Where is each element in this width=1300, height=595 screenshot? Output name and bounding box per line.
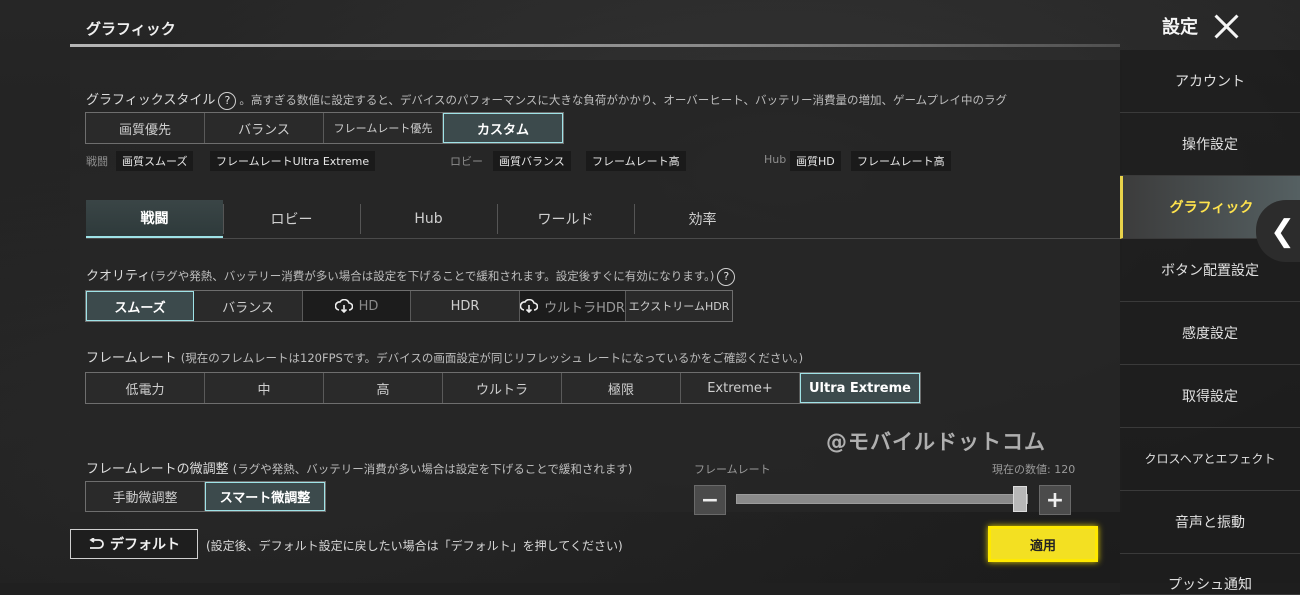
help-icon[interactable]: ? xyxy=(717,267,736,286)
quality-selector: スムーズ バランス HD HDR ウルトラHDR エクストリームHDR xyxy=(85,290,733,322)
page-title: グラフィック xyxy=(86,20,176,38)
style-option-balance[interactable]: バランス xyxy=(205,113,324,143)
slider-label: フレームレート xyxy=(694,463,771,476)
default-note: (設定後、デフォルト設定に戻したい場合は「デフォルト」を押してください) xyxy=(206,539,623,553)
default-button[interactable]: デフォルト xyxy=(70,529,198,559)
graphics-style-selector: 画質優先 バランス フレームレート優先 カスタム xyxy=(85,112,564,144)
quality-option-label: ウルトラHDR xyxy=(544,300,625,316)
title-underline xyxy=(70,44,1120,47)
fine-tune-smart[interactable]: スマート微調整 xyxy=(205,482,325,511)
preset-battle-label: 戦闘 xyxy=(86,155,108,168)
style-option-framerate[interactable]: フレームレート優先 xyxy=(324,113,443,143)
mode-tabs: 戦闘 ロビー Hub ワールド 効率 xyxy=(86,200,1122,239)
quality-option-balance[interactable]: バランス xyxy=(194,291,303,321)
tab-battle[interactable]: 戦闘 xyxy=(86,200,223,238)
sidebar-item-audio[interactable]: 音声と振動 xyxy=(1120,491,1300,554)
quality-option-extreme-hdr[interactable]: エクストリームHDR xyxy=(626,291,732,321)
minus-button[interactable]: − xyxy=(694,485,726,515)
cloud-download-icon xyxy=(334,299,353,313)
undo-icon xyxy=(89,538,104,549)
preset-tag: 画質バランス xyxy=(493,151,571,171)
preset-hub-label: Hub xyxy=(764,153,787,166)
framerate-row: フレームレート (現在のフレムレートは120FPSです。デバイスの画面設定が同じ… xyxy=(86,347,803,366)
fine-tune-row: フレームレートの微調整 (ラグや発熱、バッテリー消費が多い場合は設定を下げること… xyxy=(86,458,632,477)
sidebar-item-pickup[interactable]: 取得設定 xyxy=(1120,365,1300,428)
help-icon[interactable]: ? xyxy=(218,91,237,110)
sidebar-item-notifications[interactable]: プッシュ通知 xyxy=(1120,554,1300,595)
slider-current-value: 現在の数値: 120 xyxy=(992,463,1076,476)
quality-option-hdr[interactable]: HDR xyxy=(411,291,520,321)
fine-tune-hint: (ラグや発熱、バッテリー消費が多い場合は設定を下げることで緩和されます) xyxy=(232,462,633,476)
preset-tag: フレームレートUltra Extreme xyxy=(210,151,376,171)
close-icon[interactable] xyxy=(1212,12,1240,40)
tab-world[interactable]: ワールド xyxy=(497,200,634,238)
quality-hint: (ラグや発熱、バッテリー消費が多い場合は設定を下げることで緩和されます。設定後す… xyxy=(150,269,715,283)
tab-efficiency[interactable]: 効率 xyxy=(634,200,771,238)
sidebar-item-crosshair[interactable]: クロスヘアとエフェクト xyxy=(1120,428,1300,491)
framerate-option-medium[interactable]: 中 xyxy=(205,373,324,403)
header-right: 設定 xyxy=(1162,12,1240,40)
tab-lobby[interactable]: ロビー xyxy=(223,200,360,238)
framerate-option-ultra[interactable]: ウルトラ xyxy=(443,373,562,403)
graphics-style-label: グラフィックスタイル xyxy=(86,93,216,108)
framerate-slider[interactable] xyxy=(736,494,1028,504)
sidebar-item-sensitivity[interactable]: 感度設定 xyxy=(1120,302,1300,365)
quality-option-label: HD xyxy=(358,298,379,314)
graphics-style-hint: 。高すぎる数値に設定すると、デバイスのパフォーマンスに大きな負荷がかかり、オーバ… xyxy=(239,93,1007,107)
settings-sidebar: アカウント 操作設定 グラフィック ボタン配置設定 感度設定 取得設定 クロスヘ… xyxy=(1120,50,1300,595)
quality-label: クオリティ xyxy=(86,269,151,284)
quality-option-hd[interactable]: HD xyxy=(303,291,411,321)
settings-title: 設定 xyxy=(1162,17,1198,38)
framerate-label: フレームレート xyxy=(86,351,177,366)
fine-tune-manual[interactable]: 手動微調整 xyxy=(86,482,205,511)
plus-button[interactable]: + xyxy=(1039,485,1071,515)
graphics-style-row: グラフィックスタイル? 。高すぎる数値に設定すると、デバイスのパフォーマンスに大き… xyxy=(86,89,1007,110)
cloud-download-icon xyxy=(520,299,539,313)
preset-lobby-label: ロビー xyxy=(450,155,483,168)
preset-tag: 画質スムーズ xyxy=(116,151,194,171)
sidebar-item-account[interactable]: アカウント xyxy=(1120,50,1300,113)
preset-tag: 画質HD xyxy=(790,151,841,171)
quality-row: クオリティ(ラグや発熱、バッテリー消費が多い場合は設定を下げることで緩和されます… xyxy=(86,265,738,286)
style-option-custom[interactable]: カスタム xyxy=(443,113,563,143)
framerate-option-low-power[interactable]: 低電力 xyxy=(86,373,205,403)
framerate-option-high[interactable]: 高 xyxy=(324,373,443,403)
framerate-hint: (現在のフレムレートは120FPSです。デバイスの画面設定が同じリフレッシュ レ… xyxy=(180,351,804,365)
preset-tag: フレームレート高 xyxy=(851,151,951,171)
framerate-option-extreme-plus[interactable]: Extreme+ xyxy=(681,373,800,403)
quality-option-smooth[interactable]: スムーズ xyxy=(86,291,194,321)
default-button-label: デフォルト xyxy=(110,537,180,553)
framerate-option-ultra-extreme[interactable]: Ultra Extreme xyxy=(800,373,920,403)
watermark: @モバイルドットコム xyxy=(826,430,1046,454)
framerate-selector: 低電力 中 高 ウルトラ 極限 Extreme+ Ultra Extreme xyxy=(85,372,921,404)
slider-thumb[interactable] xyxy=(1013,486,1027,512)
fine-tune-label: フレームレートの微調整 xyxy=(86,462,229,477)
apply-button[interactable]: 適用 xyxy=(988,526,1098,562)
tab-hub[interactable]: Hub xyxy=(360,200,497,238)
sidebar-item-controls[interactable]: 操作設定 xyxy=(1120,113,1300,176)
framerate-option-extreme[interactable]: 極限 xyxy=(562,373,681,403)
preset-tag: フレームレート高 xyxy=(586,151,686,171)
quality-option-ultra-hdr[interactable]: ウルトラHDR xyxy=(520,291,626,321)
style-option-quality[interactable]: 画質優先 xyxy=(86,113,205,143)
fine-tune-selector: 手動微調整 スマート微調整 xyxy=(85,481,326,512)
